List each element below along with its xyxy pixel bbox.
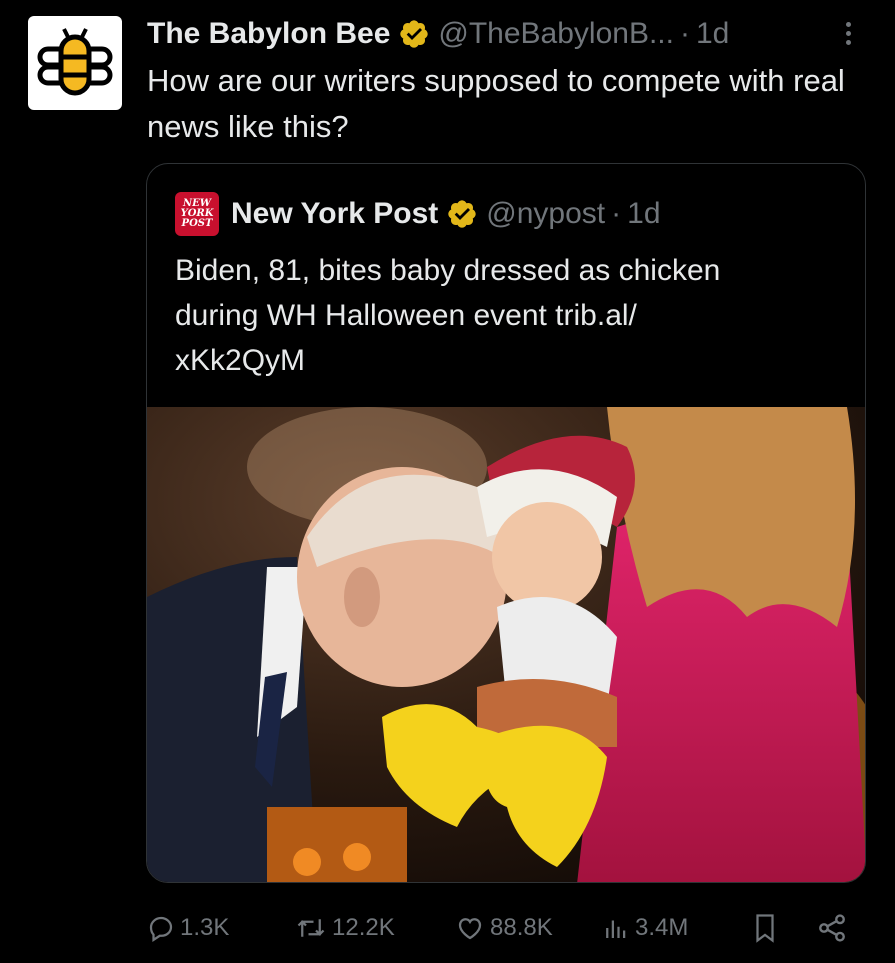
repost-button[interactable]: 12.2K: [294, 908, 395, 948]
share-icon: [819, 914, 845, 942]
author-name[interactable]: The Babylon Bee: [147, 17, 390, 51]
bookmark-icon: [756, 914, 774, 943]
like-button[interactable]: 88.8K: [454, 908, 553, 948]
separator-dot: ·: [679, 17, 690, 50]
quote-header: NEW YORK POST New York Post @nypost · 1d: [175, 192, 661, 236]
quote-photo[interactable]: [147, 407, 865, 882]
tweet-text: How are our writers supposed to compete …: [147, 63, 845, 144]
quote-text: Biden, 81, bites baby dressed as chicken…: [175, 254, 721, 377]
tweet-time[interactable]: 1d: [696, 17, 729, 51]
quote-author-name: New York Post: [231, 197, 439, 230]
author-avatar[interactable]: [28, 16, 122, 110]
babylon-bee-logo-icon: [37, 28, 113, 96]
verified-badge-icon: [448, 200, 476, 228]
repost-icon: [297, 919, 325, 937]
reply-button[interactable]: 1.3K: [146, 908, 229, 948]
tweet-header: The Babylon Bee @TheBabylonB... · 1d: [147, 14, 729, 54]
verified-badge-icon: [400, 20, 429, 48]
more-icon[interactable]: [838, 18, 858, 54]
nypost-logo-icon: NEW YORK POST: [175, 192, 219, 236]
share-button[interactable]: [816, 908, 852, 948]
separator-dot: ·: [611, 197, 622, 230]
quote-author-handle: @nypost: [486, 197, 606, 230]
views-icon: [606, 920, 626, 938]
author-handle[interactable]: @TheBabylonB...: [438, 17, 674, 51]
views-button[interactable]: 3.4M: [601, 908, 688, 948]
reply-icon: [149, 916, 173, 942]
photo-illustration: [147, 407, 865, 882]
views-count: 3.4M: [635, 914, 689, 941]
repost-count: 12.2K: [332, 914, 395, 941]
like-icon: [458, 918, 482, 940]
quoted-tweet[interactable]: NEW YORK POST New York Post @nypost · 1d…: [146, 163, 866, 883]
quote-time: 1d: [627, 197, 661, 230]
tweet-actions: 1.3K 12.2K 88.8K 3.4M: [146, 908, 866, 948]
like-count: 88.8K: [490, 914, 553, 941]
reply-count: 1.3K: [180, 914, 230, 941]
bookmark-button[interactable]: [750, 908, 784, 948]
